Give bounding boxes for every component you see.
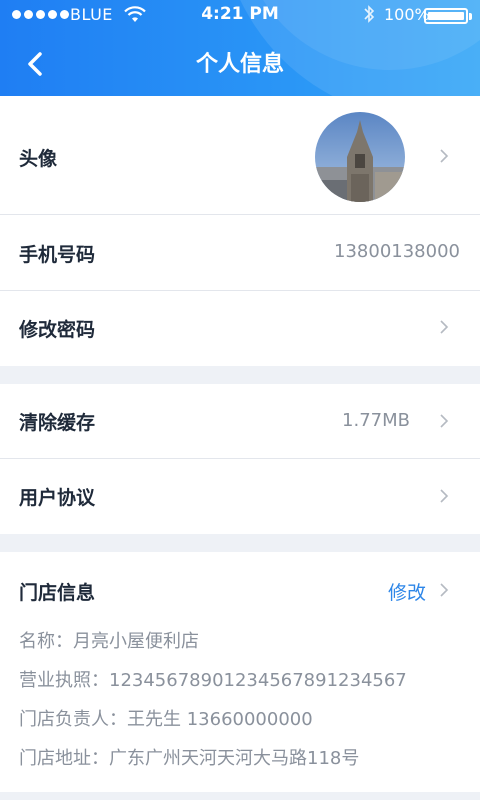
chevron-right-icon [440,320,449,334]
bluetooth-icon [364,5,375,23]
store-license: 营业执照：12345678901234567891234567 [19,670,407,691]
bottom-divider [0,792,480,800]
battery-percent: 100% [384,5,430,24]
store-info-title: 门店信息 [19,582,96,604]
status-bar: BLUE 4:21 PM 100% [0,0,480,30]
clear-cache-label: 清除缓存 [19,412,96,434]
nav-header: BLUE 4:21 PM 100% 个人信息 [0,0,480,96]
edit-store-button[interactable]: 修改 [388,578,426,605]
store-info-card: 门店信息 修改 名称：月亮小屋便利店 营业执照：1234567890123456… [0,552,480,792]
store-name: 名称：月亮小屋便利店 [19,631,199,652]
avatar-row[interactable]: 头像 [0,96,480,215]
chevron-right-icon [440,489,449,503]
phone-label: 手机号码 [19,244,96,266]
change-password-row[interactable]: 修改密码 [0,291,480,366]
user-agreement-label: 用户协议 [19,487,96,509]
clear-cache-row[interactable]: 清除缓存 1.77MB [0,384,480,459]
user-agreement-row[interactable]: 用户协议 [0,459,480,534]
store-manager: 门店负责人：王先生 13660000000 [19,709,313,730]
cache-size-value: 1.77MB [342,410,410,431]
store-address: 门店地址：广东广州天河天河大马路118号 [19,748,360,769]
profile-group: 头像 手机号码 13800138000 修改密码 [0,96,480,366]
change-password-label: 修改密码 [19,319,96,341]
chevron-right-icon [440,414,449,428]
chevron-right-icon [440,149,449,163]
phone-row: 手机号码 13800138000 [0,215,480,291]
avatar[interactable] [315,112,405,202]
battery-icon [424,8,472,24]
page-title: 个人信息 [195,52,284,77]
chevron-right-icon[interactable] [438,582,450,598]
avatar-label: 头像 [19,148,58,170]
settings-group: 清除缓存 1.77MB 用户协议 [0,384,480,534]
phone-value: 13800138000 [334,241,460,262]
